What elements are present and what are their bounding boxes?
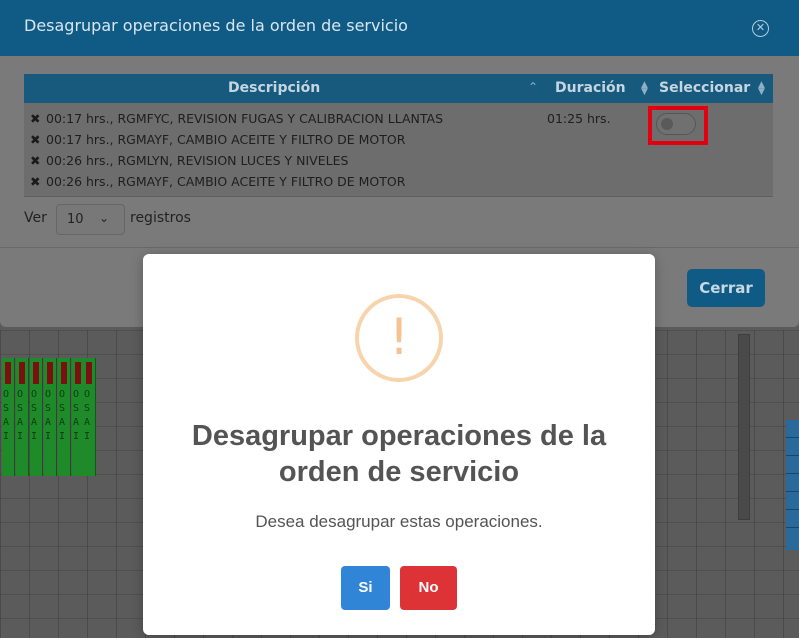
background-schedule-cell: OSAI [2,358,15,476]
modal-title: Desagrupar operaciones de la orden de se… [24,16,408,35]
close-button[interactable]: Cerrar [687,269,765,307]
background-schedule-cell: OSAI [83,358,96,476]
page-length-select[interactable]: 10 ⌄ [56,204,125,235]
table-header: Descripción ⌃ Duración ▲ ▼ Seleccionar ▲ ▼ [24,74,773,103]
confirm-button[interactable]: Si [341,566,390,610]
warning-icon: ! [355,294,443,382]
background-side-strip [786,420,799,550]
dialog-title: Desagrupar operaciones de la orden de se… [191,420,607,488]
background-schedule-cell: OSAI [44,358,57,476]
modal-header: Desagrupar operaciones de la orden de se… [0,0,799,56]
operation-line: ✖ 00:26 hrs., RGMAYF, CAMBIO ACEITE Y FIL… [30,174,406,189]
wrench-icon: ✖ [30,174,41,189]
sort-icon[interactable]: ▲ ▼ [641,81,648,97]
dialog-message: Desea desagrupar estas operaciones. [255,512,543,531]
operation-line: ✖ 00:26 hrs., RGMLYN, REVISION LUCES Y NI… [30,153,349,168]
column-header-duration[interactable]: Duración [555,80,626,96]
confirm-dialog: ! Desagrupar operaciones de la orden de … [143,254,655,635]
sort-icon[interactable]: ▲ ▼ [758,81,765,97]
chevron-down-icon: ⌄ [99,211,110,225]
close-circle-icon[interactable]: ✕ [752,20,769,37]
length-prefix: Ver [24,210,47,226]
column-header-description[interactable]: Descripción [228,80,320,96]
length-suffix: registros [130,210,191,226]
wrench-icon: ✖ [30,132,41,147]
page-length-value: 10 [67,212,84,227]
wrench-icon: ✖ [30,153,41,168]
background-scrollbar [738,334,750,520]
cancel-button[interactable]: No [400,566,457,610]
background-schedule-cell: OSAI [58,358,71,476]
toggle-knob [661,118,673,130]
operation-line: ✖ 00:17 hrs., RGMFYC, REVISION FUGAS Y CA… [30,111,444,126]
divider [0,247,799,248]
table-row: ✖ 00:17 hrs., RGMFYC, REVISION FUGAS Y CA… [24,103,773,197]
operations-table: Descripción ⌃ Duración ▲ ▼ Seleccionar ▲ ▼… [24,74,773,197]
duration-value: 01:25 hrs. [547,111,611,126]
column-header-select[interactable]: Seleccionar [659,80,750,96]
wrench-icon: ✖ [30,111,41,126]
background-schedule-cell: OSAI [16,358,29,476]
background-schedule-cell: OSAI [30,358,43,476]
sort-asc-icon[interactable]: ⌃ [528,81,538,93]
select-toggle[interactable] [656,113,696,135]
operation-line: ✖ 00:17 hrs., RGMAYF, CAMBIO ACEITE Y FIL… [30,132,406,147]
